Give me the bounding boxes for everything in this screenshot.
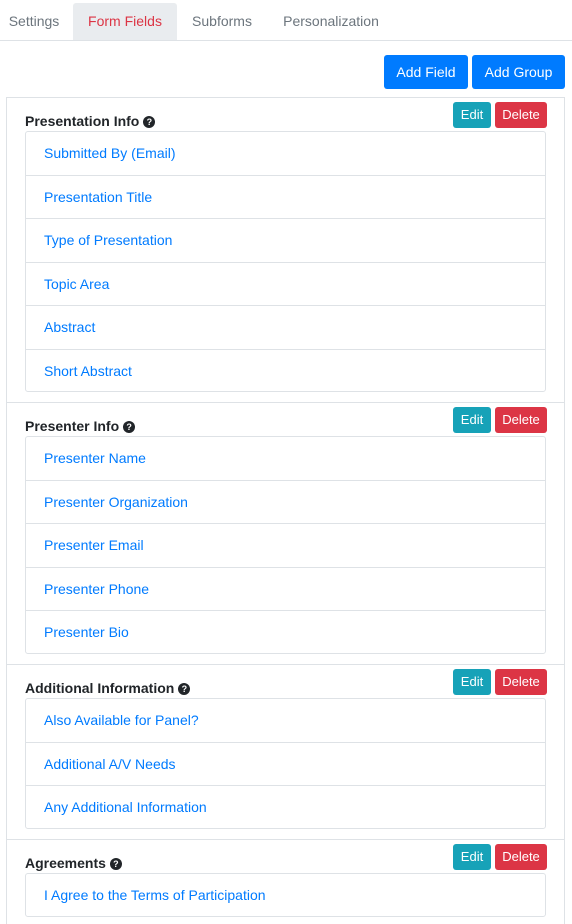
- tab-subforms[interactable]: Subforms: [177, 3, 267, 40]
- field-item[interactable]: Presenter Phone: [26, 568, 545, 612]
- tab-bar: Settings Form Fields Subforms Personaliz…: [0, 3, 572, 41]
- field-item[interactable]: Also Available for Panel?: [26, 699, 545, 743]
- group-title-text: Agreements: [25, 855, 106, 871]
- group-title-text: Presentation Info: [25, 113, 140, 129]
- group-title: Additional Information?: [25, 680, 191, 696]
- field-item[interactable]: I Agree to the Terms of Participation: [26, 874, 545, 918]
- edit-group-button[interactable]: Edit: [453, 844, 491, 870]
- field-list: Also Available for Panel? Additional A/V…: [25, 698, 546, 829]
- field-item[interactable]: Short Abstract: [26, 350, 545, 394]
- field-item[interactable]: Additional A/V Needs: [26, 743, 545, 787]
- field-item[interactable]: Presenter Organization: [26, 481, 545, 525]
- field-item[interactable]: Topic Area: [26, 263, 545, 307]
- group-title: Presentation Info?: [25, 113, 156, 129]
- edit-group-button[interactable]: Edit: [453, 669, 491, 695]
- field-item[interactable]: Type of Presentation: [26, 219, 545, 263]
- help-icon[interactable]: ?: [109, 858, 122, 870]
- edit-group-button[interactable]: Edit: [453, 407, 491, 433]
- field-item[interactable]: Submitted By (Email): [26, 132, 545, 176]
- field-group-presentation-info: Presentation Info? Edit Delete Submitted…: [6, 97, 565, 403]
- field-group-additional-information: Additional Information? Edit Delete Also…: [6, 664, 565, 840]
- field-item[interactable]: Any Additional Information: [26, 786, 545, 830]
- field-item[interactable]: Presenter Name: [26, 437, 545, 481]
- add-field-button[interactable]: Add Field: [384, 55, 468, 89]
- delete-group-button[interactable]: Delete: [495, 669, 547, 695]
- field-item[interactable]: Presentation Title: [26, 176, 545, 220]
- field-group-presenter-info: Presenter Info? Edit Delete Presenter Na…: [6, 402, 565, 665]
- field-group-agreements: Agreements? Edit Delete I Agree to the T…: [6, 839, 565, 924]
- help-icon[interactable]: ?: [123, 421, 136, 433]
- field-item[interactable]: Abstract: [26, 306, 545, 350]
- field-list: Submitted By (Email) Presentation Title …: [25, 131, 546, 392]
- tab-form-fields[interactable]: Form Fields: [73, 3, 177, 40]
- delete-group-button[interactable]: Delete: [495, 844, 547, 870]
- delete-group-button[interactable]: Delete: [495, 102, 547, 128]
- delete-group-button[interactable]: Delete: [495, 407, 547, 433]
- field-item[interactable]: Presenter Bio: [26, 611, 545, 655]
- help-icon[interactable]: ?: [143, 116, 156, 128]
- edit-group-button[interactable]: Edit: [453, 102, 491, 128]
- help-icon[interactable]: ?: [178, 683, 191, 695]
- group-title: Agreements?: [25, 855, 122, 871]
- field-item[interactable]: Presenter Email: [26, 524, 545, 568]
- field-list: I Agree to the Terms of Participation: [25, 873, 546, 917]
- group-title-text: Additional Information: [25, 680, 175, 696]
- tab-personalization[interactable]: Personalization: [270, 3, 392, 40]
- add-group-button[interactable]: Add Group: [472, 55, 565, 89]
- group-title-text: Presenter Info: [25, 418, 120, 434]
- field-list: Presenter Name Presenter Organization Pr…: [25, 436, 546, 654]
- tab-settings[interactable]: Settings: [0, 3, 68, 40]
- group-title: Presenter Info?: [25, 418, 136, 434]
